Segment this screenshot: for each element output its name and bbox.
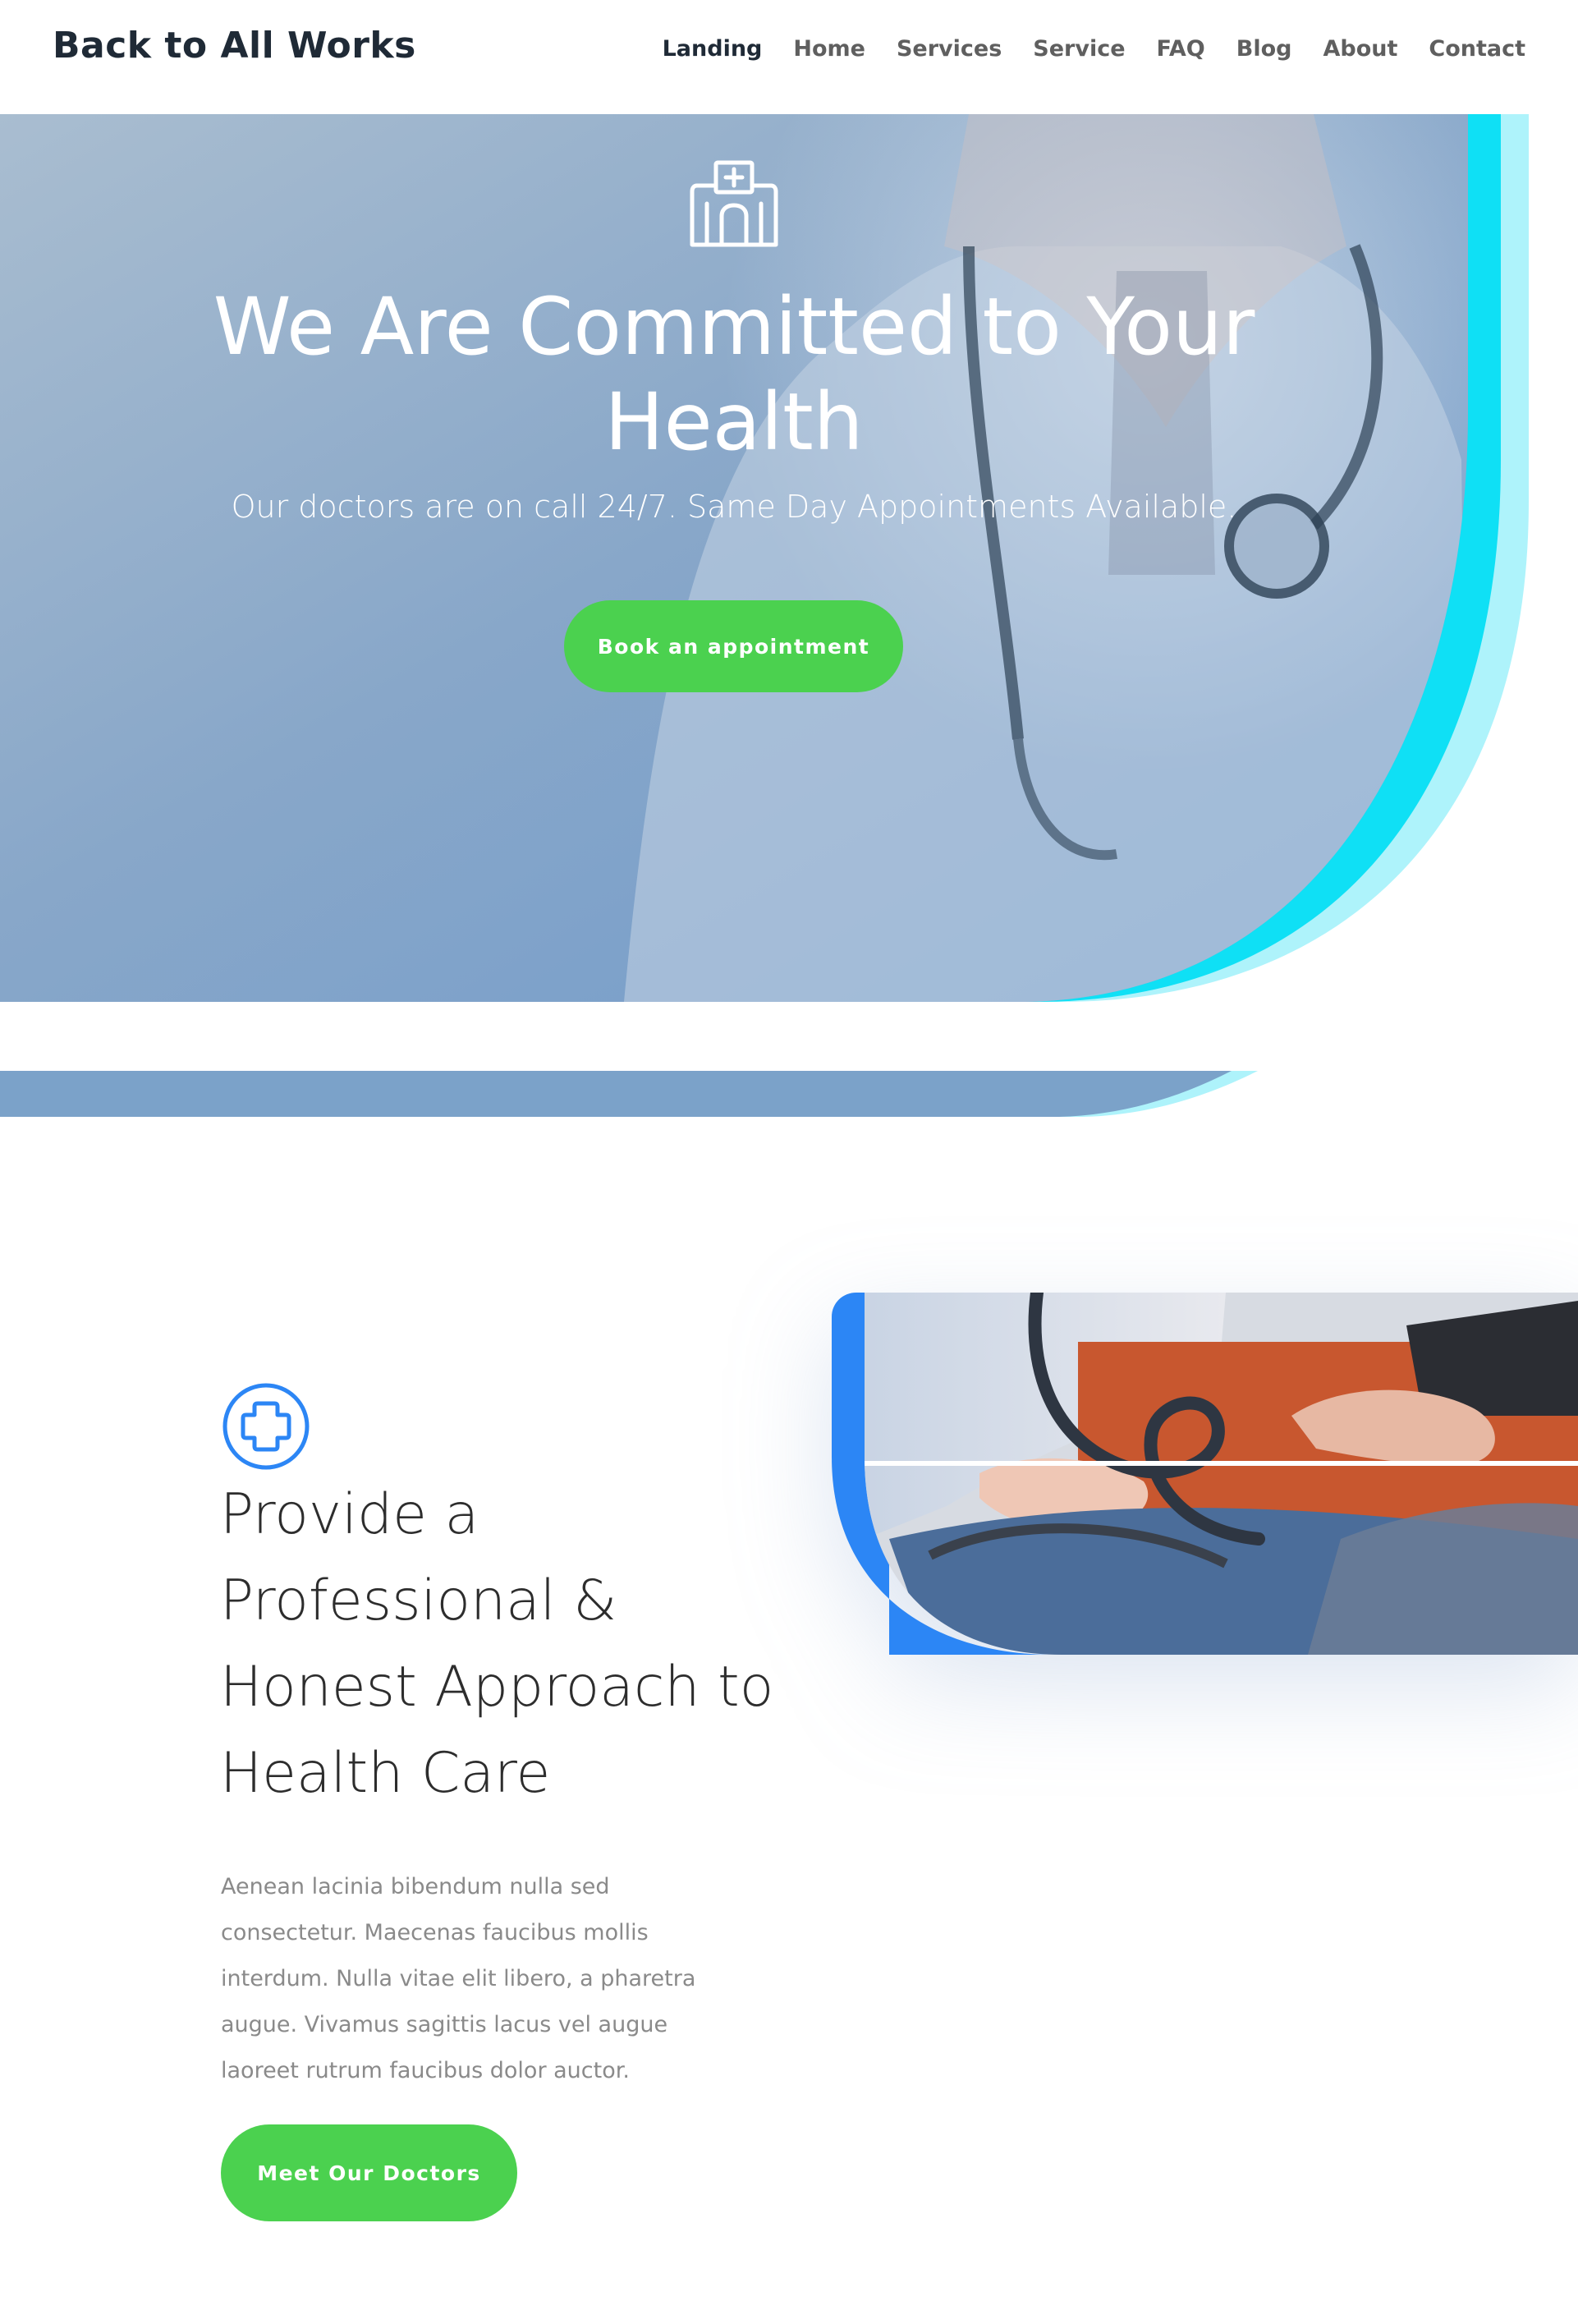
hospital-icon <box>690 160 778 247</box>
nav-item-about[interactable]: About <box>1323 36 1397 62</box>
nav-item-contact[interactable]: Contact <box>1429 36 1525 62</box>
about-title: Provide a Professional & Honest Approach… <box>220 1482 774 1806</box>
nav-item-home[interactable]: Home <box>793 36 865 62</box>
hero-title: We Are Committed to Your Health <box>213 281 1255 468</box>
nav-item-services[interactable]: Services <box>897 36 1002 62</box>
book-appointment-button[interactable]: Book an appointment <box>564 600 903 692</box>
site-header: Back to All Works Landing Home Services … <box>0 0 1578 114</box>
hero-lower-strip <box>0 1071 1232 1117</box>
blood-pressure-check-photo <box>832 1293 1578 1655</box>
about-body-text: Aenean lacinia bibendum nulla sed consec… <box>221 1874 696 2083</box>
medical-cross-icon <box>222 1383 310 1470</box>
back-to-all-works-link[interactable]: Back to All Works <box>53 25 416 67</box>
hero-background-shape <box>0 114 1529 1117</box>
nav-item-landing[interactable]: Landing <box>663 36 763 62</box>
hero-subtitle: Our doctors are on call 24/7. Same Day A… <box>231 489 1237 525</box>
meet-our-doctors-button[interactable]: Meet Our Doctors <box>221 2124 517 2221</box>
nav-item-service[interactable]: Service <box>1033 36 1125 62</box>
nav-item-blog[interactable]: Blog <box>1236 36 1292 62</box>
main-nav: Landing Home Services Service FAQ Blog A… <box>631 36 1525 62</box>
nav-item-faq[interactable]: FAQ <box>1157 36 1205 62</box>
